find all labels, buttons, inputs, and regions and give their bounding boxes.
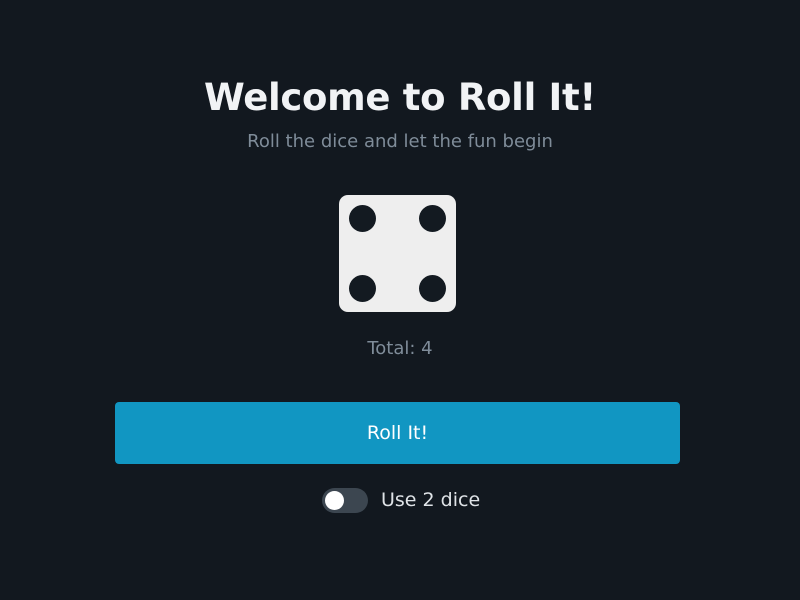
die-pip (419, 275, 446, 302)
die-pip (419, 205, 446, 232)
roll-button[interactable]: Roll It! (115, 402, 680, 464)
total-label: Total: 4 (367, 338, 433, 359)
die-pip (349, 205, 376, 232)
page-subtitle: Roll the dice and let the fun begin (247, 131, 553, 152)
two-dice-label: Use 2 dice (381, 489, 481, 511)
page-title: Welcome to Roll It! (204, 76, 596, 119)
roll-it-app: Welcome to Roll It! Roll the dice and le… (0, 0, 800, 600)
two-dice-option: Use 2 dice (322, 486, 480, 514)
die-face (339, 195, 456, 312)
die-pip (349, 275, 376, 302)
two-dice-toggle[interactable] (322, 487, 368, 513)
toggle-knob (325, 490, 344, 510)
